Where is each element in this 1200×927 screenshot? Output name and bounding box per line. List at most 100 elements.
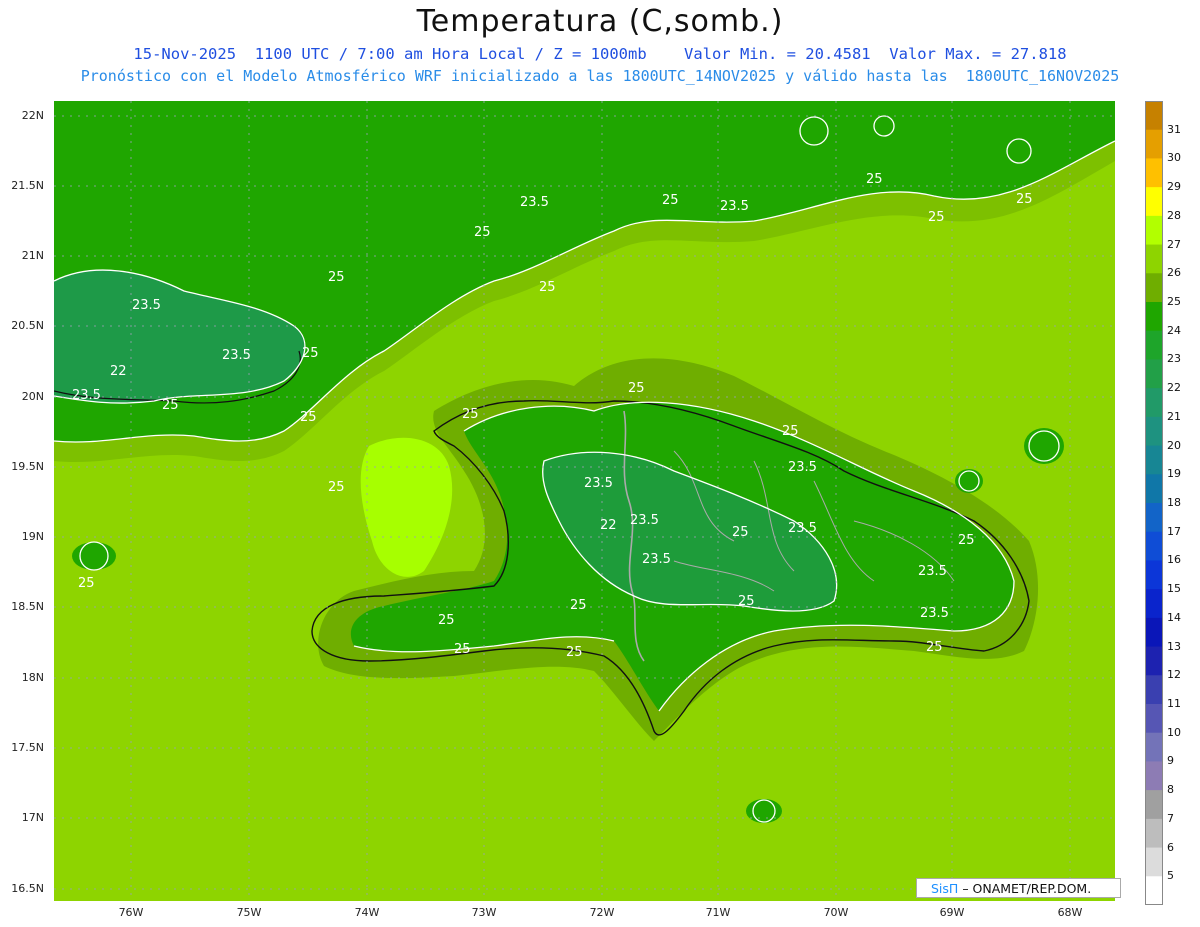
colorbar-label: 13 (1167, 639, 1181, 653)
colorbar-cell (1145, 589, 1163, 619)
colorbar-cell (1145, 818, 1163, 849)
colorbar-label: 17 (1167, 524, 1181, 538)
lat-label: 17N (21, 811, 44, 824)
colorbar-label: 22 (1167, 381, 1181, 395)
lat-label: 21N (21, 249, 44, 262)
colorbar-cell (1145, 129, 1163, 159)
colorbar-label: 30 (1167, 151, 1181, 165)
contour-label: 23.5 (630, 513, 659, 528)
colorbar-cell (1145, 244, 1163, 274)
contour-label: 25 (302, 346, 319, 361)
lon-label: 69W (939, 906, 965, 919)
colorbar-cell (1145, 359, 1163, 389)
contour-label: 25 (928, 210, 945, 225)
colorbar-cell (1145, 330, 1163, 360)
contour-label: 25 (570, 598, 587, 613)
colorbar-cell (1145, 273, 1163, 303)
contour-label: 25 (474, 225, 491, 240)
contour-label: 25 (958, 533, 975, 548)
island-east (1024, 428, 1064, 464)
colorbar-label: 18 (1167, 496, 1181, 509)
colorbar-label: 23 (1167, 352, 1181, 366)
contour-label: 23.5 (788, 460, 817, 475)
colorbar-cell (1145, 474, 1163, 504)
contour-label: 25 (539, 280, 556, 295)
colorbar-cell (1145, 215, 1163, 246)
colorbar-cell (1145, 101, 1163, 131)
colorbar-label: 7 (1167, 811, 1174, 825)
colorbar-cell (1145, 847, 1163, 877)
contour-label: 23.5 (720, 199, 749, 214)
colorbar-label: 28 (1167, 208, 1181, 222)
colorbar-cell (1145, 560, 1163, 590)
map-subtitle-time-range: 15-Nov-2025 1100 UTC / 7:00 am Hora Loca… (133, 45, 1067, 63)
colorbar-cell (1145, 790, 1163, 820)
colorbar-label: 5 (1167, 869, 1174, 883)
contour-label: 25 (438, 613, 455, 628)
colorbar-label: 27 (1167, 237, 1181, 251)
contour-label: 25 (738, 594, 755, 609)
colorbar-cell (1145, 617, 1163, 648)
lat-label: 19.5N (11, 460, 44, 473)
colorbar-label: 31 (1167, 122, 1181, 136)
colorbar-cell (1145, 158, 1163, 188)
colorbar-label: 9 (1167, 754, 1174, 768)
colorbar-cell (1145, 416, 1163, 447)
colorbar-cell (1145, 302, 1163, 332)
lon-label: 75W (236, 906, 262, 919)
colorbar-label: 10 (1167, 725, 1181, 739)
contour-label: 23.5 (642, 552, 671, 567)
colorbar-cell (1145, 503, 1163, 533)
map-subtitle-model-info: Pronóstico con el Modelo Atmosférico WRF… (80, 67, 1120, 85)
colorbar-label: 15 (1167, 582, 1181, 596)
colorbar-label: 26 (1167, 266, 1181, 280)
contour-label: 23.5 (72, 388, 101, 403)
colorbar (1145, 101, 1163, 905)
colorbar-label: 21 (1167, 409, 1181, 423)
colorbar-cell (1145, 646, 1163, 676)
contour-label: 22 (600, 518, 617, 533)
contour-label: 25 (926, 640, 943, 655)
contour-label: 23.5 (788, 521, 817, 536)
lon-label: 71W (705, 906, 731, 919)
contour-label: 23.5 (132, 298, 161, 313)
colorbar-label: 19 (1167, 467, 1181, 481)
lon-label: 73W (471, 906, 497, 919)
credit-box: SisΠ – ONAMET/REP.DOM. (916, 878, 1121, 898)
colorbar-cell (1145, 675, 1163, 705)
lat-label: 17.5N (11, 741, 44, 754)
colorbar-label: 6 (1167, 840, 1174, 854)
map-title: Temperatura (C,somb.) (416, 4, 784, 39)
contour-label: 23.5 (520, 195, 549, 210)
colorbar-cell (1145, 187, 1163, 217)
colorbar-label: 20 (1167, 438, 1181, 452)
lon-label: 74W (354, 906, 380, 919)
colorbar-label: 16 (1167, 553, 1181, 567)
lat-label: 22N (21, 109, 44, 122)
contour-label: 25 (462, 407, 479, 422)
lat-label: 20.5N (11, 319, 44, 332)
lat-label: 16.5N (11, 882, 44, 895)
lon-label: 70W (823, 906, 849, 919)
lon-label: 76W (118, 906, 144, 919)
contour-label: 25 (1016, 192, 1033, 207)
lat-label: 19N (21, 530, 44, 543)
contour-label: 25 (454, 642, 471, 657)
lat-label: 21.5N (11, 179, 44, 192)
colorbar-cell (1145, 445, 1163, 475)
contour-label: 23.5 (222, 348, 251, 363)
island-southeast (746, 799, 782, 823)
contour-label: 25 (866, 172, 883, 187)
contour-label: 25 (328, 270, 345, 285)
colorbar-label: 24 (1167, 323, 1181, 337)
temperature-map: 25 25 25 25 25 25 25 25 25 25 25 25 25 2… (54, 101, 1115, 901)
contour-label: 23.5 (920, 606, 949, 621)
contour-label: 25 (78, 576, 95, 591)
contour-label: 25 (300, 410, 317, 425)
lat-label: 18N (21, 671, 44, 684)
colorbar-label: 29 (1167, 180, 1181, 194)
lat-label: 20N (21, 390, 44, 403)
lon-label: 72W (589, 906, 615, 919)
lon-label: 68W (1057, 906, 1083, 919)
colorbar-cell (1145, 876, 1163, 905)
